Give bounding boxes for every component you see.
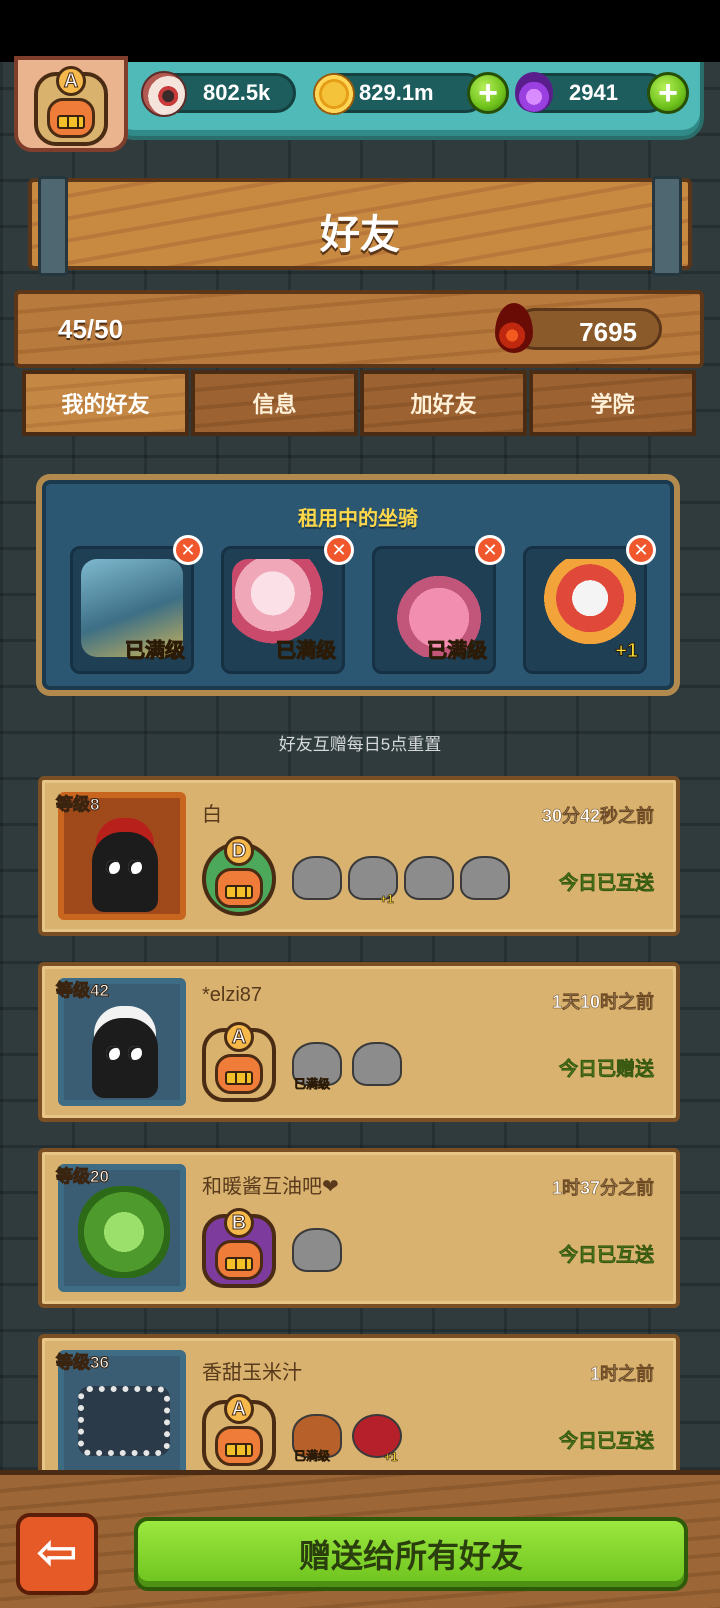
remove-mount-button[interactable]: ✕ [626,535,656,565]
friend-level: 等级20 [56,1167,110,1187]
add-coins-button[interactable]: + [467,72,509,114]
friend-rank-badge: B [202,1208,276,1288]
friend-last-online: 30分42秒之前 [541,806,655,827]
rented-mount-slot[interactable]: ✕ +1 [523,535,656,674]
reset-note: 好友互赠每日5点重置 [278,735,442,754]
coin-icon [313,73,355,115]
friend-last-online: 1天10时之前 [551,992,655,1013]
friend-mount-icon: +1 [348,856,398,906]
potion-resource: 2941 + [515,72,689,114]
rented-mounts-panel: 租用中的坐骑 ✕ 已满级 ✕ 已满级 ✕ 已满级 ✕ +1 [36,474,680,696]
remove-mount-button[interactable]: ✕ [173,535,203,565]
bottom-bar: ⇦ 赠送给所有好友 [0,1470,720,1608]
friend-name: 和暖酱互油吧❤ [202,1176,339,1198]
remove-mount-button[interactable]: ✕ [324,535,354,565]
count-plank: 45/50 7695 [14,290,704,368]
potion-icon [515,72,553,112]
friend-count: 45/50 [58,314,124,344]
eye-count: 802.5k [203,80,271,105]
remove-mount-button[interactable]: ✕ [475,535,505,565]
friend-mount-icon [404,856,454,900]
coin-resource: 829.1m + [313,72,509,115]
potion-count: 2941 [569,80,618,105]
page-title: 好友 [320,213,400,257]
friend-mount-icon [292,1228,342,1272]
tab-bar: 我的好友 信息 加好友 学院 [22,370,698,436]
friend-name: *elzi87 [202,984,263,1006]
coin-count: 829.1m [359,80,434,105]
tab-academy[interactable]: 学院 [529,370,696,436]
tab-messages[interactable]: 信息 [191,370,358,436]
player-rank-badge: A [34,66,108,146]
friend-mount-icon: +1 [352,1414,402,1464]
eyeball-icon [141,71,187,117]
friend-mount-icon [292,856,342,900]
friend-rank-badge: D [202,836,276,916]
friend-mount-icon: 已满级 [292,1042,342,1091]
friend-card[interactable]: 等级20 和暖酱互油吧❤ 1时37分之前 B 今日已互送 [38,1148,680,1308]
back-arrow-icon: ⇦ [36,1524,78,1580]
friend-name: 香甜玉米汁 [202,1362,302,1384]
player-avatar[interactable]: A [14,56,128,152]
rented-mount-slot[interactable]: ✕ 已满级 [372,535,505,674]
friend-last-online: 1时之前 [589,1364,655,1385]
friend-level: 等级42 [56,981,110,1001]
friend-name: 白 [202,804,222,826]
rented-mount-slot[interactable]: ✕ 已满级 [221,535,354,674]
friend-mount-icon: 已满级 [292,1414,342,1463]
rented-mounts-title: 租用中的坐骑 [298,508,418,530]
status-bar [0,0,720,62]
friend-mount-icon [352,1042,402,1086]
gift-status: 今日已互送 [558,873,655,895]
add-potions-button[interactable]: + [647,72,689,114]
eye-resource: 802.5k [141,71,296,117]
gift-status: 今日已赠送 [558,1059,655,1081]
gift-status: 今日已互送 [558,1431,655,1453]
tab-add-friend[interactable]: 加好友 [360,370,527,436]
friend-level: 等级8 [55,795,100,815]
blood-drop-icon [495,303,533,353]
friend-card[interactable]: 等级8 白 30分42秒之前 D +1 今日已互送 [38,776,680,936]
friend-last-online: 1时37分之前 [551,1178,655,1199]
rented-mount-slot[interactable]: ✕ 已满级 [70,535,203,674]
friend-mount-icon [460,856,510,900]
send-to-all-friends-button[interactable]: 赠送给所有好友 [134,1517,688,1591]
friend-rank-badge: A [202,1394,276,1474]
blood-count: 7695 [579,317,637,347]
tab-my-friends[interactable]: 我的好友 [22,370,189,436]
blood-resource: 7695 [495,303,662,353]
friend-level: 等级36 [56,1353,110,1373]
title-plank: 好友 [28,176,692,276]
friend-card[interactable]: 等级42 *elzi87 1天10时之前 A 已满级 今日已赠送 [38,962,680,1122]
gift-status: 今日已互送 [558,1245,655,1267]
resource-bar: 802.5k 829.1m + 2941 + [112,62,704,140]
friend-rank-badge: A [202,1022,276,1102]
back-button[interactable]: ⇦ [16,1513,98,1595]
